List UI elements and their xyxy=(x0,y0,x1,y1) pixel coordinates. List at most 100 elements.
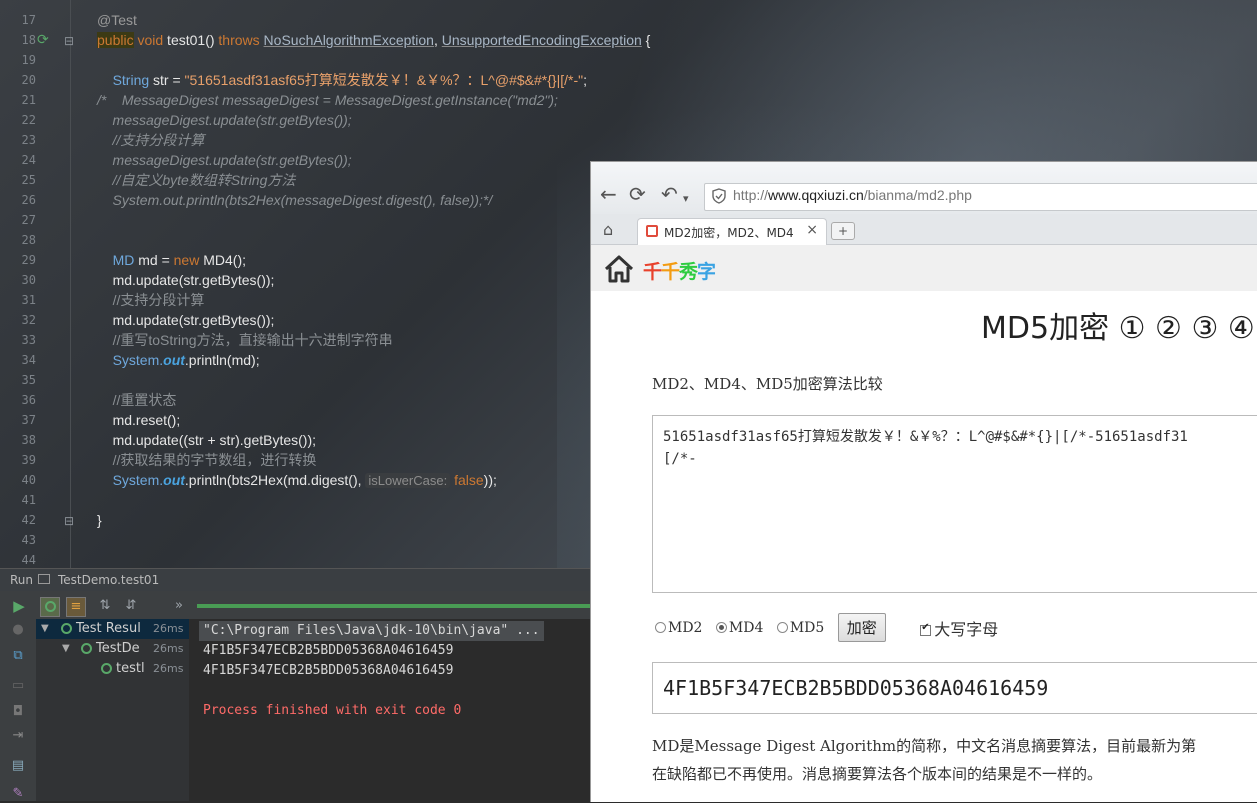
encrypt-button[interactable]: 加密 xyxy=(837,613,886,642)
tab-close-icon[interactable]: × xyxy=(806,222,818,238)
stop-icon[interactable]: ● xyxy=(9,621,27,639)
run-side-toolbar: ● ⧉ ▭ ◘ ⇥ ▤ ✎ xyxy=(0,619,36,801)
console-output[interactable]: "C:\Program Files\Java\jdk-10\bin\java" … xyxy=(190,619,590,801)
fold-icon[interactable]: ⊟ xyxy=(64,34,74,48)
punctuation: ; xyxy=(583,72,587,88)
address-bar[interactable]: http://www.qqxiuzi.cn/bianma/md2.php xyxy=(704,183,1257,211)
undo-dropdown-icon[interactable]: ▾ xyxy=(683,189,689,209)
fold-end-icon[interactable]: ⊟ xyxy=(64,514,74,528)
refresh-icon[interactable]: ⟳ xyxy=(629,184,646,204)
test-tree-row[interactable]: testl 26ms xyxy=(36,659,189,679)
description-line: MD是Message Digest Algorithm的简称，中文名消息摘要算法… xyxy=(652,737,1197,755)
more-icon[interactable]: » xyxy=(170,597,188,615)
browser-window: ← ⟳ ↶ ▾ http://www.qqxiuzi.cn/bianma/md2… xyxy=(590,161,1257,802)
code-line-42: } xyxy=(97,510,650,530)
statement: md.update(str.getBytes()); xyxy=(112,312,275,328)
keyword: throws xyxy=(218,32,260,48)
camera-icon[interactable]: ◘ xyxy=(9,703,27,721)
test-history-icon[interactable]: ⧉ xyxy=(9,647,27,665)
checkbox-box[interactable] xyxy=(920,622,932,636)
site-home-icon[interactable] xyxy=(603,254,635,284)
pass-icon xyxy=(81,643,92,654)
radio-md2[interactable]: MD2 xyxy=(655,620,702,636)
line-number: 44 xyxy=(21,553,36,567)
code-line-33: //重写toString方法，直接输出十六进制字符串 xyxy=(97,330,650,350)
source-text-input[interactable]: 51651asdf31asf65打算短发散发￥！&￥%？：L^@#$&#*{}|… xyxy=(652,415,1257,593)
statement: md.update(str.getBytes()); xyxy=(112,272,275,288)
static-field: out xyxy=(163,352,185,368)
punctuation: )); xyxy=(483,472,497,488)
line-number: 19 xyxy=(21,53,36,67)
uppercase-checkbox[interactable]: 大写字母 xyxy=(920,616,998,640)
page-subtitle: MD2、MD4、MD5加密算法比较 xyxy=(652,375,883,393)
code-line-39: //获取结果的字节数组，进行转换 xyxy=(97,450,650,470)
console-blank xyxy=(190,681,590,701)
comment: //获取结果的字节数组，进行转换 xyxy=(112,452,317,468)
gutter-divider xyxy=(70,0,71,568)
type-name: String xyxy=(112,72,150,88)
test-tree-row[interactable]: ▼ TestDe 26ms xyxy=(36,639,189,659)
hash-result-output[interactable]: 4F1B5F347ECB2B5BDD05368A04616459 xyxy=(652,662,1257,714)
algorithm-options: MD2 MD4 MD5 加密 大写字母 xyxy=(655,613,1007,642)
undo-icon[interactable]: ↶ xyxy=(661,184,678,204)
show-passed-icon[interactable] xyxy=(40,597,60,617)
sort-alpha-icon[interactable]: ⇅ xyxy=(96,597,114,615)
line-number: 18 xyxy=(21,33,36,47)
keyword: new xyxy=(173,252,200,268)
console-line: 4F1B5F347ECB2B5BDD05368A04616459 xyxy=(203,643,454,658)
radio-md5[interactable]: MD5 xyxy=(776,619,825,636)
radio-label: MD4 xyxy=(728,619,764,636)
new-tab-button[interactable]: + xyxy=(831,222,855,240)
export-icon[interactable]: ▭ xyxy=(9,677,27,695)
variable: str = xyxy=(149,72,185,88)
radio-md2-circle[interactable] xyxy=(655,622,666,633)
radio-label: MD5 xyxy=(789,619,825,636)
line-number-gutter: 17 18 19 20 21 22 23 24 25 26 27 28 29 30 31 32 33 34 35 36… xyxy=(0,10,36,570)
line-number: 28 xyxy=(21,233,36,247)
comment: //重写toString方法，直接输出十六进制字符串 xyxy=(112,332,393,348)
pin-icon[interactable]: ✎ xyxy=(9,785,27,803)
code-line-32: md.update(str.getBytes()); xyxy=(97,310,650,330)
browser-tab-bar: ⌂ MD2加密，MD2、MD4 × + xyxy=(591,214,1257,245)
rerun-icon[interactable]: ▶ xyxy=(10,597,28,615)
exit-icon[interactable]: ⇥ xyxy=(9,727,27,745)
run-config-tab[interactable]: TestDemo.test01 xyxy=(58,569,159,591)
expand-icon[interactable]: ▼ xyxy=(41,619,49,639)
code-area[interactable]: @Test public void test01() throws NoSuch… xyxy=(97,10,650,530)
code-line-21: /* MessageDigest messageDigest = Message… xyxy=(97,92,558,108)
exception-type: UnsupportedEncodingException xyxy=(441,32,642,48)
test-duration: 26ms xyxy=(153,622,184,635)
line-number: 37 xyxy=(21,413,36,427)
line-number: 27 xyxy=(21,213,36,227)
site-logo[interactable]: 千千秀字 xyxy=(643,257,716,284)
punctuation: { xyxy=(641,32,651,48)
comment: //重置状态 xyxy=(112,392,177,408)
test-tree-row[interactable]: ▼ Test Resul 26ms xyxy=(36,619,189,639)
code-line-17: @Test xyxy=(97,10,650,30)
code-line-22: messageDigest.update(str.getBytes()); xyxy=(97,112,352,128)
annotation-text: @Test xyxy=(97,12,137,28)
sort-duration-icon[interactable]: ⇵ xyxy=(122,597,140,615)
home-tab-icon[interactable]: ⌂ xyxy=(603,220,613,239)
config-icon xyxy=(38,574,50,584)
test-duration: 26ms xyxy=(153,662,184,675)
statement: md.reset(); xyxy=(112,412,181,428)
radio-md4[interactable]: MD4 xyxy=(715,619,764,636)
line-number: 40 xyxy=(21,473,36,487)
expand-icon[interactable]: ▼ xyxy=(62,639,70,659)
back-icon[interactable]: ← xyxy=(600,184,617,204)
page-title: MD5加密 ① ② ③ ④ xyxy=(981,311,1255,346)
layout-icon[interactable]: ▤ xyxy=(9,757,27,775)
radio-md4-circle[interactable] xyxy=(715,622,727,633)
line-number: 36 xyxy=(21,393,36,407)
run-test-icon[interactable]: ⟳ xyxy=(37,32,49,48)
line-number: 17 xyxy=(21,13,36,27)
line-number: 41 xyxy=(21,493,36,507)
code-line-25: //自定义byte数组转String方法 xyxy=(97,172,296,188)
radio-md5-circle[interactable] xyxy=(776,622,788,633)
line-number: 24 xyxy=(21,153,36,167)
show-ignored-icon[interactable]: ≡ xyxy=(66,597,86,617)
tab-md2[interactable]: MD2加密，MD2、MD4 × xyxy=(637,218,827,245)
type-name: MD xyxy=(112,252,135,268)
